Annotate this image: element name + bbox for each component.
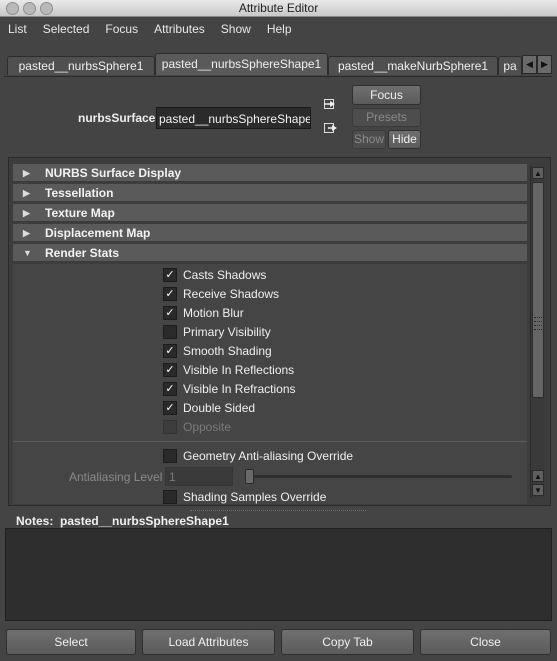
visible-in-reflections-checkbox[interactable]: ✓ — [163, 363, 177, 377]
window-controls — [6, 2, 53, 15]
visible-in-refractions-checkbox[interactable]: ✓ — [163, 382, 177, 396]
antialiasing-level-label: Antialiasing Level — [69, 470, 163, 484]
output-connection-icon[interactable] — [324, 121, 338, 135]
section-tessellation[interactable]: ▶ Tessellation — [13, 184, 527, 202]
double-sided-checkbox[interactable]: ✓ — [163, 401, 177, 415]
checkbox-label: Visible In Refractions — [183, 382, 296, 396]
input-connection-icon[interactable] — [324, 97, 338, 111]
section-displacement-map[interactable]: ▶ Displacement Map — [13, 224, 527, 242]
tab-divider — [4, 76, 552, 77]
show-button[interactable]: Show — [352, 130, 386, 149]
notes-textarea[interactable] — [5, 528, 552, 621]
load-attributes-button[interactable]: Load Attributes — [142, 629, 275, 655]
triangle-right-icon: ▶ — [23, 168, 30, 178]
menu-attributes[interactable]: Attributes — [146, 22, 213, 36]
select-button[interactable]: Select — [6, 629, 136, 655]
presets-button[interactable]: Presets — [352, 108, 421, 127]
vertical-scrollbar[interactable]: ▲ ▲ ▼ — [530, 166, 545, 498]
checkbox-label: Receive Shadows — [183, 287, 280, 301]
notes-node-name: pasted__nurbsSphereShape1 — [60, 514, 229, 528]
casts-shadows-checkbox[interactable]: ✓ — [163, 268, 177, 282]
checkbox-label: Geometry Anti-aliasing Override — [183, 449, 354, 463]
menu-show[interactable]: Show — [213, 22, 259, 36]
grip-line — [534, 317, 542, 319]
zoom-icon[interactable] — [40, 2, 53, 15]
smooth-shading-row[interactable]: ✓ Smooth Shading — [163, 343, 272, 359]
node-type-label: nurbsSurface: — [78, 111, 160, 125]
node-name-field[interactable]: pasted__nurbsSphereShape1 — [156, 107, 311, 129]
copy-tab-button[interactable]: Copy Tab — [281, 629, 414, 655]
checkbox-label: Casts Shadows — [183, 268, 267, 282]
triangle-down-icon: ▼ — [23, 248, 32, 258]
receive-shadows-checkbox[interactable]: ✓ — [163, 287, 177, 301]
hide-button[interactable]: Hide — [388, 130, 421, 149]
window-title: Attribute Editor — [238, 1, 319, 15]
section-render-stats[interactable]: ▼ Render Stats — [13, 244, 527, 262]
arrow-up-icon[interactable]: ▲ — [532, 470, 544, 482]
motion-blur-row[interactable]: ✓ Motion Blur — [163, 305, 244, 321]
checkbox-label: Primary Visibility — [183, 325, 271, 339]
close-icon[interactable] — [6, 2, 19, 15]
title-bar: Attribute Editor — [0, 0, 557, 17]
arrow-up-icon[interactable]: ▲ — [532, 167, 544, 179]
arrow-down-icon[interactable]: ▼ — [532, 484, 544, 496]
menu-focus[interactable]: Focus — [97, 22, 146, 36]
visible-in-reflections-row[interactable]: ✓ Visible In Reflections — [163, 362, 294, 378]
triangle-right-icon: ▶ — [23, 208, 30, 218]
scrollbar-thumb[interactable] — [532, 182, 544, 398]
checkbox-label: Double Sided — [183, 401, 256, 415]
tab-overflow[interactable]: pa — [498, 56, 522, 75]
grip-line — [534, 325, 542, 327]
tab-nurbs-sphere-shape[interactable]: pasted__nurbsSphereShape1 — [155, 53, 328, 75]
receive-shadows-row[interactable]: ✓ Receive Shadows — [163, 286, 279, 302]
shading-samples-override-checkbox[interactable] — [163, 490, 177, 504]
section-texture-map[interactable]: ▶ Texture Map — [13, 204, 527, 222]
section-nurbs-surface-display[interactable]: ▶ NURBS Surface Display — [13, 164, 527, 182]
menu-bar: List Selected Focus Attributes Show Help — [0, 17, 557, 41]
visible-in-refractions-row[interactable]: ✓ Visible In Refractions — [163, 381, 296, 397]
primary-visibility-checkbox[interactable] — [163, 325, 177, 339]
antialiasing-level-field: 1 — [165, 467, 233, 486]
opposite-row: Opposite — [163, 419, 231, 435]
checkbox-label: Shading Samples Override — [183, 490, 327, 504]
triangle-right-icon: ▶ — [23, 188, 30, 198]
minimize-icon[interactable] — [23, 2, 36, 15]
arrow-right-icon[interactable]: ▶ — [537, 55, 552, 74]
notes-label: Notes: pasted__nurbsSphereShape1 — [16, 514, 229, 528]
checkbox-label: Opposite — [183, 420, 232, 434]
grip-line — [534, 321, 542, 323]
motion-blur-checkbox[interactable]: ✓ — [163, 306, 177, 320]
checkbox-label: Smooth Shading — [183, 344, 272, 358]
pane-splitter[interactable] — [190, 510, 366, 513]
tab-nurbs-sphere[interactable]: pasted__nurbsSphere1 — [7, 56, 155, 75]
casts-shadows-row[interactable]: ✓ Casts Shadows — [163, 267, 266, 283]
grip-line — [534, 329, 542, 331]
triangle-right-icon: ▶ — [23, 228, 30, 238]
geometry-aa-override-checkbox[interactable] — [163, 449, 177, 463]
double-sided-row[interactable]: ✓ Double Sided — [163, 400, 255, 416]
menu-list[interactable]: List — [0, 22, 35, 36]
close-button[interactable]: Close — [420, 629, 551, 655]
render-stats-divider — [13, 441, 527, 442]
smooth-shading-checkbox[interactable]: ✓ — [163, 344, 177, 358]
arrow-left-icon[interactable]: ◀ — [522, 55, 537, 74]
node-tabs: pasted__nurbsSphere1 pasted__nurbsSphere… — [0, 48, 557, 76]
tab-make-nurb-sphere[interactable]: pasted__makeNurbSphere1 — [328, 56, 498, 75]
antialiasing-level-slider-track — [246, 475, 512, 478]
shading-samples-override-row[interactable]: Shading Samples Override — [163, 489, 326, 505]
menu-selected[interactable]: Selected — [35, 22, 98, 36]
attribute-panel: ▶ NURBS Surface Display ▶ Tessellation ▶… — [8, 157, 551, 506]
antialiasing-level-slider-handle — [245, 469, 254, 484]
focus-button[interactable]: Focus — [352, 85, 421, 105]
geometry-aa-override-row[interactable]: Geometry Anti-aliasing Override — [163, 448, 353, 464]
checkbox-label: Motion Blur — [183, 306, 244, 320]
checkbox-label: Visible In Reflections — [183, 363, 295, 377]
opposite-checkbox — [163, 420, 177, 434]
primary-visibility-row[interactable]: Primary Visibility — [163, 324, 271, 340]
menu-help[interactable]: Help — [259, 22, 300, 36]
